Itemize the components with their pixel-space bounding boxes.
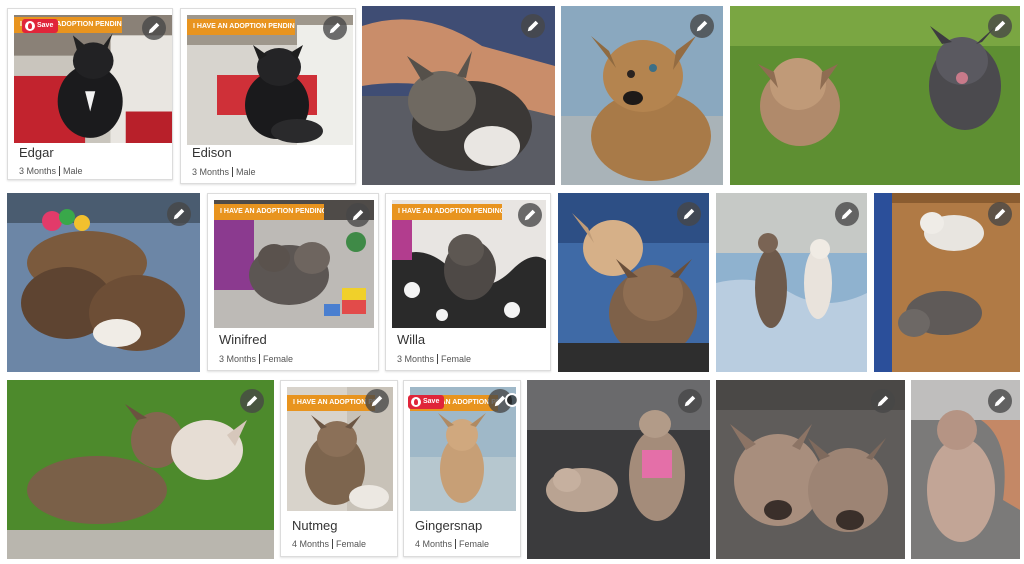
photo-tile-held-puppy[interactable] — [911, 380, 1020, 559]
separator — [232, 167, 234, 177]
pet-card-edison[interactable]: I HAVE AN ADOPTION PENDING Edison 3 Mont… — [180, 8, 356, 184]
pet-sex: Female — [263, 354, 294, 364]
pet-card-nutmeg[interactable]: I HAVE AN ADOPTION PENDING Nutmeg 4 Mont… — [280, 380, 398, 557]
photo-tile-two-grey-puppies[interactable] — [716, 380, 905, 559]
photo-tile-puppies-pile[interactable] — [7, 193, 200, 372]
visual-search-icon[interactable] — [505, 393, 519, 407]
pet-age: 4 Months — [415, 539, 453, 549]
save-label: Save — [37, 22, 54, 29]
edit-pencil-icon[interactable] — [690, 14, 714, 38]
pet-sex: Male — [236, 167, 256, 177]
photo-tile-puppies-floor[interactable] — [874, 193, 1020, 372]
separator — [437, 354, 439, 364]
separator — [332, 539, 334, 549]
edit-pencil-icon[interactable] — [346, 203, 370, 227]
pet-age: 3 Months — [192, 167, 230, 177]
pet-meta: 3 Months Male — [19, 166, 83, 176]
pet-card-winifred[interactable]: I HAVE AN ADOPTION PENDING Winifred 3 Mo… — [207, 193, 379, 371]
pet-name[interactable]: Gingersnap — [415, 518, 482, 533]
pet-meta: 3 Months Female — [397, 354, 471, 364]
adoption-pending-ribbon: I HAVE AN ADOPTION PENDING — [287, 395, 375, 411]
edit-pencil-icon[interactable] — [988, 389, 1012, 413]
adoption-pending-ribbon: I HAVE AN ADOPTION PENDING — [214, 204, 324, 220]
edit-pencil-icon[interactable] — [521, 14, 545, 38]
edit-pencil-icon[interactable] — [142, 16, 166, 40]
edit-pencil-icon[interactable] — [518, 203, 542, 227]
pet-name[interactable]: Edison — [192, 145, 232, 160]
adoption-pending-ribbon: I HAVE AN ADOPTION PENDING — [392, 204, 502, 220]
edit-pencil-icon[interactable] — [365, 389, 389, 413]
save-label: Save — [423, 398, 440, 405]
pin-icon — [411, 397, 421, 407]
photo-tile-puppies-standing-rug[interactable] — [716, 193, 867, 372]
pet-meta: 3 Months Female — [219, 354, 293, 364]
separator — [259, 354, 261, 364]
pet-name[interactable]: Winifred — [219, 332, 267, 347]
pin-icon — [25, 21, 35, 31]
edit-pencil-icon[interactable] — [678, 389, 702, 413]
edit-pencil-icon[interactable] — [240, 389, 264, 413]
pet-name[interactable]: Edgar — [19, 145, 54, 160]
photo-tile-puppy-arm[interactable] — [362, 6, 555, 185]
photo — [7, 380, 274, 559]
adoption-pending-ribbon: I HAVE AN ADOPTION PENDING — [187, 19, 295, 35]
pet-age: 4 Months — [292, 539, 330, 549]
pet-meta: 4 Months Female — [292, 539, 366, 549]
pet-sex: Female — [441, 354, 472, 364]
save-button[interactable]: Save — [22, 19, 59, 33]
pet-card-edgar[interactable]: I HAVE AN ADOPTION PENDING Save Edgar 3 … — [7, 8, 173, 180]
pet-age: 3 Months — [19, 166, 57, 176]
pet-age: 3 Months — [219, 354, 257, 364]
pet-sex: Female — [459, 539, 490, 549]
pet-meta: 3 Months Male — [192, 167, 256, 177]
photo-tile-pink-harness[interactable] — [527, 380, 710, 559]
pet-age: 3 Months — [397, 354, 435, 364]
pet-sex: Female — [336, 539, 367, 549]
pet-sex: Male — [63, 166, 83, 176]
pet-name[interactable]: Nutmeg — [292, 518, 338, 533]
edit-pencil-icon[interactable] — [988, 14, 1012, 38]
pet-name[interactable]: Willa — [397, 332, 425, 347]
photo-tile-brindle-grass[interactable] — [7, 380, 274, 559]
edit-pencil-icon[interactable] — [988, 202, 1012, 226]
photo — [730, 6, 1020, 185]
photo-tile-two-puppies-grass[interactable] — [730, 6, 1020, 185]
edit-pencil-icon[interactable] — [871, 389, 895, 413]
edit-pencil-icon[interactable] — [167, 202, 191, 226]
save-button[interactable]: Save — [408, 395, 445, 409]
edit-pencil-icon[interactable] — [323, 16, 347, 40]
photo-tile-puppies-crate[interactable] — [558, 193, 709, 372]
pet-meta: 4 Months Female — [415, 539, 489, 549]
separator — [59, 166, 61, 176]
pet-card-gingersnap[interactable]: I HAVE AN ADOPTION PENDING Save Gingersn… — [403, 380, 521, 557]
edit-pencil-icon[interactable] — [677, 202, 701, 226]
separator — [455, 539, 457, 549]
photo-tile-puppy-blanket[interactable] — [561, 6, 723, 185]
edit-pencil-icon[interactable] — [835, 202, 859, 226]
pet-card-willa[interactable]: I HAVE AN ADOPTION PENDING Willa 3 Month… — [385, 193, 551, 371]
